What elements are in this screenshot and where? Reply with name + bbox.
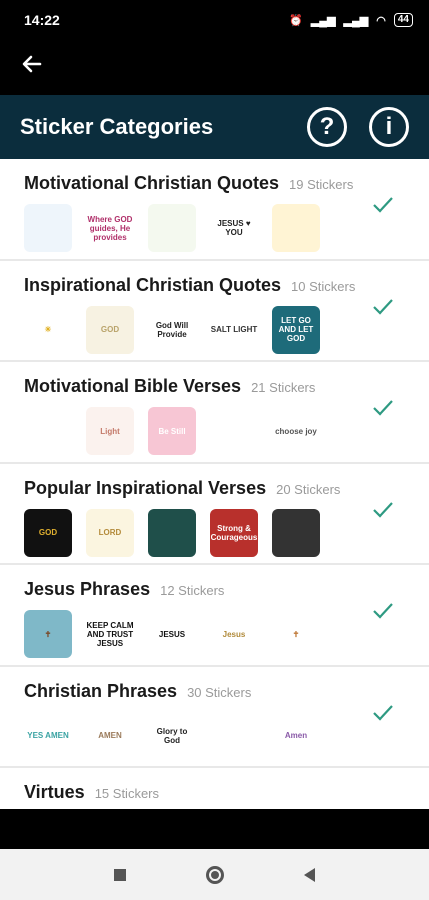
sticker-preview-row: GOD LORD Strong & Courageous bbox=[24, 508, 429, 557]
sticker-thumbnail: Where GOD guides, He provides bbox=[86, 204, 134, 252]
sticker-thumbnail bbox=[24, 204, 72, 252]
category-sticker-count: 20 Stickers bbox=[276, 481, 341, 497]
added-check-icon bbox=[373, 501, 393, 518]
sticker-preview-row: YES AMEN AMEN Glory to God Amen bbox=[24, 711, 429, 760]
sticker-thumbnail: AMEN bbox=[86, 711, 134, 760]
category-row[interactable]: Virtues 15 Stickers bbox=[0, 768, 429, 809]
sticker-thumbnail: ✝ bbox=[272, 610, 320, 658]
category-title: Motivational Christian Quotes bbox=[24, 173, 280, 193]
system-nav-bar bbox=[0, 849, 429, 900]
added-check-icon bbox=[373, 400, 393, 416]
nav-back-icon[interactable] bbox=[304, 867, 315, 882]
recents-icon[interactable] bbox=[114, 868, 126, 881]
category-title: Inspirational Christian Quotes bbox=[24, 274, 282, 295]
category-title: Christian Phrases bbox=[24, 680, 178, 701]
page-title: Sticker Categories bbox=[20, 114, 214, 139]
sticker-thumbnail bbox=[148, 508, 196, 557]
sticker-thumbnail: JESUS ♥ YOU bbox=[210, 204, 258, 252]
sticker-thumbnail bbox=[24, 407, 72, 455]
status-icons: ⏰ ▂▄▆ ▂▄▆ ◠ 44 bbox=[289, 13, 413, 27]
alarm-off-icon: ⏰ bbox=[289, 14, 303, 27]
category-sticker-count: 30 Stickers bbox=[187, 684, 252, 700]
category-header: Jesus Phrases 12 Stickers bbox=[24, 579, 429, 600]
category-sticker-count: 19 Stickers bbox=[289, 177, 354, 192]
sticker-thumbnail: Light bbox=[86, 407, 134, 455]
category-row[interactable]: Jesus Phrases 12 Stickers ✝ KEEP CALM AND T… bbox=[0, 565, 429, 667]
top-bar bbox=[0, 40, 429, 95]
category-row[interactable]: Motivational Christian Quotes 19 Stickers… bbox=[0, 159, 429, 261]
sticker-thumbnail: Amen bbox=[272, 711, 320, 760]
category-header: Christian Phrases 30 Stickers bbox=[24, 681, 429, 702]
added-check-icon bbox=[373, 603, 393, 619]
back-arrow-icon[interactable] bbox=[20, 52, 44, 76]
sticker-preview-row: Light Be Still choose joy bbox=[24, 407, 429, 455]
sticker-thumbnail: Glory to God bbox=[148, 711, 196, 760]
category-sticker-count: 15 Stickers bbox=[94, 786, 160, 801]
category-sticker-count: 10 Stickers bbox=[291, 278, 356, 294]
sticker-preview-row: Where GOD guides, He provides JESUS ♥ YOU bbox=[24, 204, 429, 252]
sticker-thumbnail: LORD bbox=[86, 508, 134, 557]
category-header: Motivational Christian Quotes 19 Stickers bbox=[24, 173, 429, 194]
status-time: 14:22 bbox=[24, 12, 60, 28]
category-title: Virtues bbox=[24, 782, 85, 802]
sticker-preview-row: ✝ KEEP CALM AND TRUST JESUS JESUS Jesus ✝ bbox=[24, 610, 429, 658]
category-header: Inspirational Christian Quotes 10 Sticker… bbox=[24, 275, 429, 296]
sticker-preview-row: ☀ GOD God Will Provide SALT LIGHT LET GO AND… bbox=[24, 305, 429, 354]
sticker-thumbnail: God Will Provide bbox=[148, 305, 196, 354]
status-bar: 14:22 ⏰ ▂▄▆ ▂▄▆ ◠ 44 bbox=[0, 0, 429, 40]
sticker-thumbnail: Jesus bbox=[210, 610, 258, 658]
sticker-thumbnail: choose joy bbox=[272, 407, 320, 455]
sticker-thumbnail bbox=[272, 508, 320, 557]
sticker-thumbnail: Be Still bbox=[148, 407, 196, 455]
signal-icon-2: ▂▄▆ bbox=[343, 14, 369, 27]
sticker-thumbnail bbox=[272, 204, 320, 252]
battery-icon: 44 bbox=[393, 13, 413, 27]
sticker-thumbnail: ☀ bbox=[24, 305, 72, 354]
category-title: Popular Inspirational Verses bbox=[24, 477, 267, 498]
sticker-thumbnail: LET GO AND LET GOD bbox=[272, 305, 320, 354]
sticker-thumbnail: YES AMEN bbox=[24, 711, 72, 760]
sticker-thumbnail bbox=[210, 407, 258, 455]
category-list: Motivational Christian Quotes 19 Stickers… bbox=[0, 159, 429, 809]
category-sticker-count: 12 Stickers bbox=[160, 583, 225, 598]
category-header: Popular Inspirational Verses 20 Stickers bbox=[24, 478, 429, 499]
help-icon[interactable]: ? bbox=[307, 107, 347, 147]
signal-icon: ▂▄▆ bbox=[310, 14, 336, 27]
sticker-thumbnail: GOD bbox=[24, 508, 72, 557]
wifi-icon: ◠ bbox=[376, 14, 386, 27]
sticker-thumbnail bbox=[148, 204, 196, 252]
sticker-thumbnail: SALT LIGHT bbox=[210, 305, 258, 354]
sticker-thumbnail: JESUS bbox=[148, 610, 196, 658]
category-title: Jesus Phrases bbox=[24, 579, 151, 599]
category-header: Motivational Bible Verses 21 Stickers bbox=[24, 376, 429, 397]
sticker-thumbnail: KEEP CALM AND TRUST JESUS bbox=[86, 610, 134, 658]
category-row[interactable]: Motivational Bible Verses 21 Stickers Ligh… bbox=[0, 362, 429, 464]
category-row[interactable]: Popular Inspirational Verses 20 Stickers G… bbox=[0, 463, 429, 565]
home-icon[interactable] bbox=[206, 865, 224, 884]
added-check-icon bbox=[373, 704, 393, 721]
category-sticker-count: 21 Stickers bbox=[251, 380, 316, 395]
added-check-icon bbox=[373, 298, 393, 315]
added-check-icon bbox=[373, 197, 393, 213]
app-bar: Sticker Categories ? i bbox=[0, 95, 429, 159]
category-row[interactable]: Christian Phrases 30 Stickers YES AMEN AMEN… bbox=[0, 666, 429, 768]
sticker-thumbnail: GOD bbox=[86, 305, 134, 354]
sticker-thumbnail bbox=[210, 711, 258, 760]
category-header: Virtues 15 Stickers bbox=[24, 782, 429, 803]
category-row[interactable]: Inspirational Christian Quotes 10 Sticker… bbox=[0, 260, 429, 362]
info-icon[interactable]: i bbox=[369, 107, 409, 147]
sticker-thumbnail: ✝ bbox=[24, 610, 72, 658]
category-title: Motivational Bible Verses bbox=[24, 376, 242, 396]
sticker-thumbnail: Strong & Courageous bbox=[210, 508, 258, 557]
